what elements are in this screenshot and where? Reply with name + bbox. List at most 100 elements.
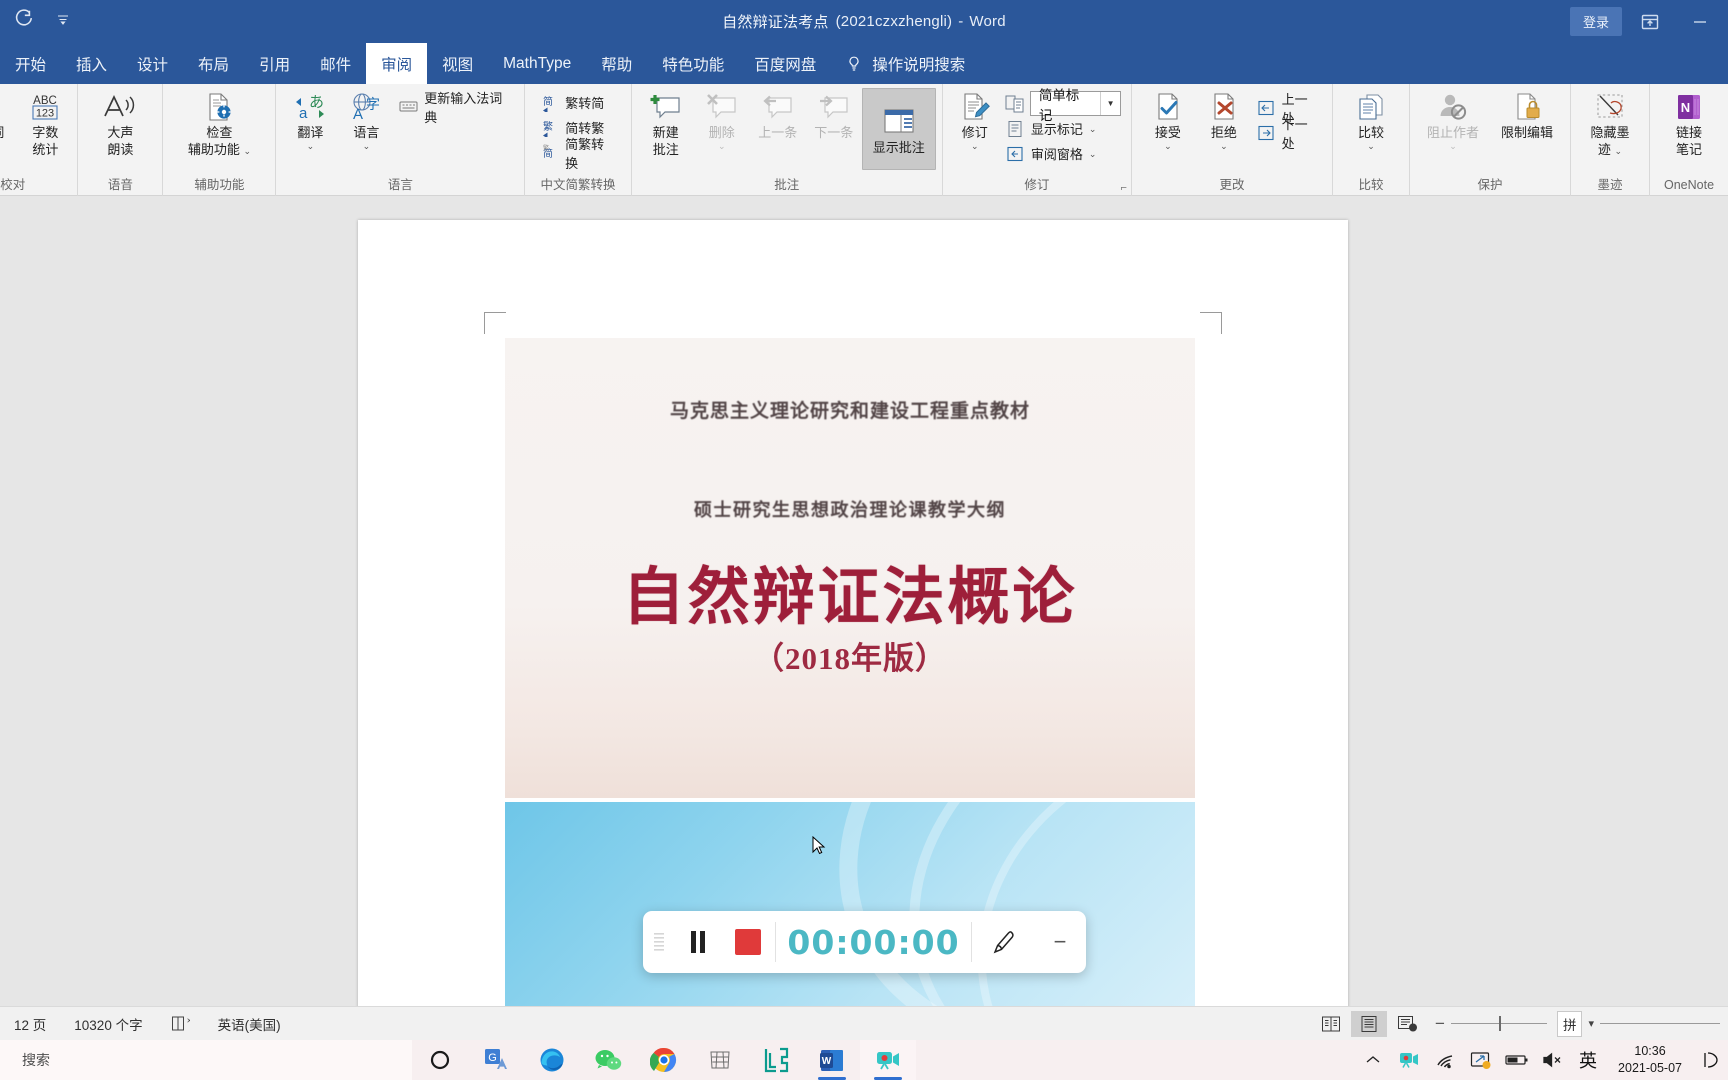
compare-button[interactable]: 比较 ⌄ [1345,88,1397,150]
tab-开始[interactable]: 开始 [0,43,61,84]
reviewing-pane-button[interactable]: 审阅窗格 ⌄ [1001,141,1125,166]
tab-设计[interactable]: 设计 [122,43,183,84]
chevron-down-icon[interactable]: ⌄ [1615,146,1623,156]
page-indicator[interactable]: 12 页 [0,1014,60,1034]
ime-indicator[interactable]: 拼 [1556,1010,1583,1037]
chevron-down-icon[interactable]: ⌄ [1367,141,1375,150]
taskbar-search[interactable]: 搜索 [0,1040,412,1080]
tab-特色功能[interactable]: 特色功能 [647,43,739,84]
google-translate-icon[interactable]: G [468,1040,524,1080]
minimize-button[interactable] [1678,7,1722,37]
language-button[interactable]: A 字 语言 ⌄ [338,88,394,150]
chinese-conversion-button[interactable]: 简繁 简繁转换 [535,137,621,171]
word-count-button[interactable]: ABC 123 字数 统计 [17,88,73,158]
chevron-down-icon[interactable]: ⌄ [971,141,979,150]
read-aloud-button[interactable]: 大声 朗读 [86,88,154,158]
show-comments-button[interactable]: 显示批注 [861,88,936,170]
next-change-button[interactable]: 下一处 [1252,117,1324,151]
excel-grid-icon[interactable] [692,1040,748,1080]
wechat-icon[interactable] [580,1040,636,1080]
taskbar-clock[interactable]: 10:36 2021-05-07 [1610,1043,1690,1077]
screen-recorder-tray-icon[interactable] [1396,1047,1422,1073]
update-ime-dictionary-button[interactable]: 更新输入法词典 [394,91,518,125]
microsoft-word-icon[interactable]: W [804,1040,860,1080]
sign-in-button[interactable]: 登录 [1569,7,1622,36]
traditional-to-simplified-button[interactable]: 简 繁转简 [535,90,621,115]
word-count-indicator[interactable]: 10320 个字 [60,1014,156,1034]
grip-icon[interactable] [643,931,675,953]
accept-button[interactable]: 接受 ⌄ [1140,88,1196,150]
chevron-down-icon[interactable]: ▼ [1100,92,1120,115]
hide-ink-button[interactable]: 隐藏墨 迹 ⌄ [1581,88,1639,158]
tab-视图[interactable]: 视图 [427,43,488,84]
delete-comment-button[interactable]: 删除 ⌄ [694,88,750,150]
chevron-down-icon[interactable]: ⌄ [243,146,251,156]
maze-app-icon[interactable] [748,1040,804,1080]
zoom-slider[interactable]: − [1427,1014,1555,1034]
pause-icon[interactable] [675,929,721,955]
second-page-image[interactable] [505,802,1195,1006]
tab-审阅[interactable]: 审阅 [366,43,428,84]
show-markup-button[interactable]: 显示标记 ⌄ [1001,116,1125,141]
chevron-down-icon[interactable]: ⌄ [307,141,315,150]
ime-caret-icon[interactable]: ▾ [1584,1017,1598,1030]
new-comment-button[interactable]: 新建 批注 [638,88,694,158]
block-authors-button[interactable]: 阻止作者 ⌄ [1416,88,1490,150]
ime-mode-icon[interactable]: 英 [1576,1047,1600,1073]
show-hidden-icons-icon[interactable] [1360,1047,1386,1073]
google-chrome-icon[interactable] [636,1040,692,1080]
next-comment-button[interactable]: 下一条 [806,88,862,141]
previous-comment-button[interactable]: 上一条 [750,88,806,141]
tab-布局[interactable]: 布局 [183,43,244,84]
tell-me-search[interactable]: 操作说明搜索 [831,43,980,84]
microsoft-edge-icon[interactable] [524,1040,580,1080]
markup-select[interactable]: 简单标记 ▼ [1029,88,1121,123]
language-indicator[interactable]: 英语(美国) [204,1014,295,1034]
track-changes-button[interactable]: 修订 ⌄ [949,88,1001,150]
chevron-down-icon[interactable]: ⌄ [718,141,726,150]
display-for-review-dropdown[interactable]: 简单标记 ▼ [1001,88,1125,123]
wifi-icon[interactable] [1432,1047,1458,1073]
document-page[interactable]: 马克思主义理论研究和建设工程重点教材 硕士研究生思想政治理论课教学大纲 自然辩证… [358,220,1348,1006]
zoom-track[interactable] [1450,1016,1547,1031]
print-layout-view-button[interactable] [1351,1010,1388,1037]
document-canvas[interactable]: 马克思主义理论研究和建设工程重点教材 硕士研究生思想政治理论课教学大纲 自然辩证… [0,196,1728,1006]
tab-帮助[interactable]: 帮助 [586,43,647,84]
onedrive-sync-icon[interactable] [1468,1047,1494,1073]
taskbar-apps[interactable]: G W [412,1040,916,1080]
ribbon-tabs[interactable]: 开始 插入 设计 布局 引用 邮件 审阅 视图 MathType 帮助 特色功能… [0,43,1728,84]
tab-邮件[interactable]: 邮件 [305,43,366,84]
pen-icon[interactable] [972,929,1034,955]
action-center-icon[interactable] [1700,1051,1724,1069]
chevron-down-icon[interactable]: ⌄ [363,141,371,150]
battery-icon[interactable] [1504,1047,1530,1073]
cortana-icon[interactable] [412,1040,468,1080]
chevron-down-icon[interactable]: ⌄ [1089,150,1097,159]
tab-引用[interactable]: 引用 [244,43,305,84]
volume-muted-icon[interactable] [1540,1047,1566,1073]
minimize-icon[interactable]: − [1034,929,1086,955]
chevron-down-icon[interactable]: ⌄ [1220,141,1228,150]
tab-mathtype[interactable]: MathType [488,43,586,84]
tab-百度网盘[interactable]: 百度网盘 [739,43,831,84]
linked-notes-button[interactable]: N 链接 笔记 [1660,88,1718,158]
cover-image[interactable]: 马克思主义理论研究和建设工程重点教材 硕士研究生思想政治理论课教学大纲 自然辩证… [505,338,1195,798]
tracking-dialog-launcher[interactable]: ⌐ [1120,182,1126,194]
screen-recorder-toolbar[interactable]: 00:00:00 − [643,911,1086,973]
read-mode-view-button[interactable] [1313,1011,1349,1037]
ribbon-display-options-icon[interactable] [1628,7,1672,37]
thesaurus-button[interactable]: 同义词库 [0,88,17,156]
proofing-errors-icon[interactable]: ✕ [157,1015,204,1032]
restrict-editing-button[interactable]: 限制编辑 [1490,88,1564,141]
zoom-handle[interactable] [1498,1016,1501,1031]
zoom-out-button[interactable]: − [1435,1014,1445,1034]
reject-button[interactable]: 拒绝 ⌄ [1196,88,1252,150]
chevron-down-icon[interactable]: ⌄ [1449,141,1457,150]
chevron-down-icon[interactable]: ⌄ [1164,141,1172,150]
stop-icon[interactable] [721,929,775,955]
web-layout-view-button[interactable] [1389,1011,1425,1037]
tab-插入[interactable]: 插入 [61,43,122,84]
screen-recorder-icon[interactable] [860,1040,916,1080]
chevron-down-icon[interactable]: ⌄ [1089,125,1097,134]
translate-button[interactable]: a あ 翻译 ⌄ [282,88,338,150]
